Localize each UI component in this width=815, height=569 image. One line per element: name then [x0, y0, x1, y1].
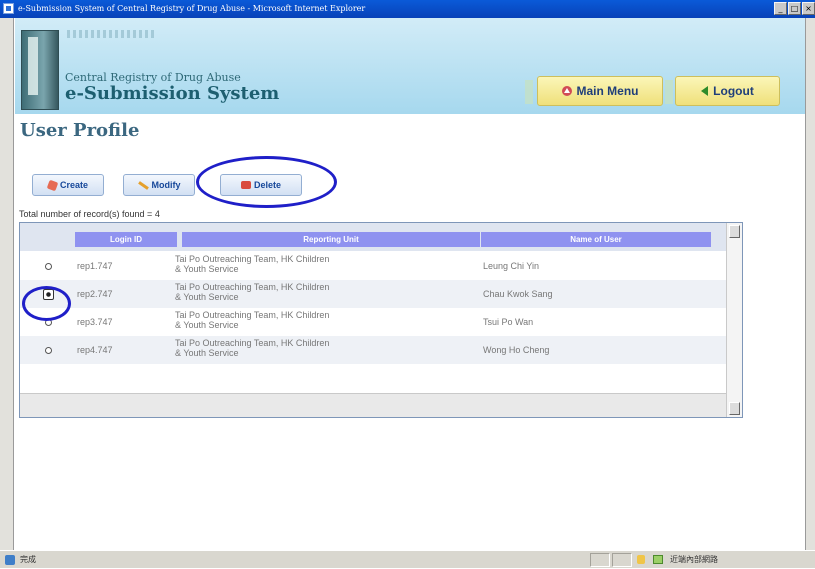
- lock-icon: [637, 555, 645, 564]
- row-select-radio[interactable]: [45, 263, 52, 270]
- window-controls: _ □ ×: [774, 2, 815, 16]
- table-header: Login ID Reporting Unit Name of User: [20, 223, 726, 251]
- cell-reporting-unit: Tai Po Outreaching Team, HK Children & Y…: [175, 282, 330, 302]
- horizontal-scrollbar[interactable]: [20, 393, 726, 417]
- cell-login-id: rep1.747: [77, 261, 113, 271]
- logout-label: Logout: [713, 84, 754, 98]
- delete-button[interactable]: Delete: [220, 174, 302, 196]
- row-select-radio[interactable]: [45, 347, 52, 354]
- window-frame-left: [0, 18, 14, 550]
- logout-button[interactable]: Logout: [675, 76, 780, 106]
- status-bar: 完成 近端內部網路: [0, 550, 815, 568]
- delete-label: Delete: [253, 180, 281, 190]
- arrow-left-icon: [701, 86, 709, 96]
- column-header-login-id[interactable]: Login ID: [75, 232, 177, 247]
- system-name: e-Submission System: [65, 83, 280, 104]
- status-pane: [612, 553, 632, 567]
- main-menu-label: Main Menu: [576, 84, 639, 98]
- zone-icon: [653, 555, 663, 564]
- scroll-down-icon[interactable]: [729, 402, 740, 415]
- cell-user-name: Leung Chi Yin: [483, 261, 540, 271]
- logo-icon: [21, 30, 59, 110]
- delete-icon: [240, 181, 251, 189]
- header-decoration: [67, 30, 157, 38]
- row-select-radio[interactable]: [45, 319, 52, 326]
- status-text: 完成: [20, 555, 36, 564]
- header-decoration: [525, 80, 533, 104]
- table-row[interactable]: rep3.747 Tai Po Outreaching Team, HK Chi…: [20, 308, 726, 336]
- column-header-name-of-user[interactable]: Name of User: [481, 232, 711, 247]
- cell-login-id: rep2.747: [77, 289, 113, 299]
- vertical-scrollbar[interactable]: [726, 223, 742, 417]
- create-button[interactable]: Create: [32, 174, 104, 196]
- browser-window: e-Submission System of Central Registry …: [0, 0, 815, 568]
- cell-reporting-unit: Tai Po Outreaching Team, HK Children & Y…: [175, 254, 330, 274]
- row-select-radio[interactable]: [43, 289, 54, 300]
- modify-label: Modify: [151, 180, 181, 190]
- home-icon: [561, 86, 572, 96]
- status-pane: [590, 553, 610, 567]
- cell-user-name: Tsui Po Wan: [483, 317, 534, 327]
- ie-icon: [3, 3, 14, 14]
- cell-reporting-unit: Tai Po Outreaching Team, HK Children & Y…: [175, 338, 330, 358]
- scroll-up-icon[interactable]: [729, 225, 740, 238]
- header-decoration: [665, 80, 673, 104]
- window-title: e-Submission System of Central Registry …: [18, 4, 366, 13]
- cell-reporting-unit: Tai Po Outreaching Team, HK Children & Y…: [175, 310, 330, 330]
- main-menu-button[interactable]: Main Menu: [537, 76, 663, 106]
- minimize-button[interactable]: _: [774, 2, 787, 15]
- page-title: User Profile: [20, 120, 140, 141]
- cell-login-id: rep4.747: [77, 345, 113, 355]
- table-row[interactable]: rep1.747 Tai Po Outreaching Team, HK Chi…: [20, 252, 726, 280]
- window-frame-right: [805, 18, 815, 550]
- page-header: Central Registry of Drug Abuse e-Submiss…: [15, 18, 805, 114]
- create-label: Create: [59, 180, 88, 190]
- maximize-button[interactable]: □: [788, 2, 801, 15]
- cell-user-name: Chau Kwok Sang: [483, 289, 553, 299]
- table-row[interactable]: rep4.747 Tai Po Outreaching Team, HK Chi…: [20, 336, 726, 364]
- close-button[interactable]: ×: [802, 2, 815, 15]
- table-row[interactable]: rep2.747 Tai Po Outreaching Team, HK Chi…: [20, 280, 726, 308]
- window-title-bar: e-Submission System of Central Registry …: [0, 0, 815, 18]
- page-status-icon: [5, 555, 15, 565]
- cell-login-id: rep3.747: [77, 317, 113, 327]
- column-header-reporting-unit[interactable]: Reporting Unit: [182, 232, 480, 247]
- modify-button[interactable]: Modify: [123, 174, 195, 196]
- create-icon: [46, 179, 59, 191]
- user-table: Login ID Reporting Unit Name of User rep…: [19, 222, 743, 418]
- record-count: Total number of record(s) found = 4: [19, 209, 160, 219]
- security-zone: 近端內部網路: [670, 555, 718, 564]
- cell-user-name: Wong Ho Cheng: [483, 345, 550, 355]
- pencil-icon: [137, 180, 149, 190]
